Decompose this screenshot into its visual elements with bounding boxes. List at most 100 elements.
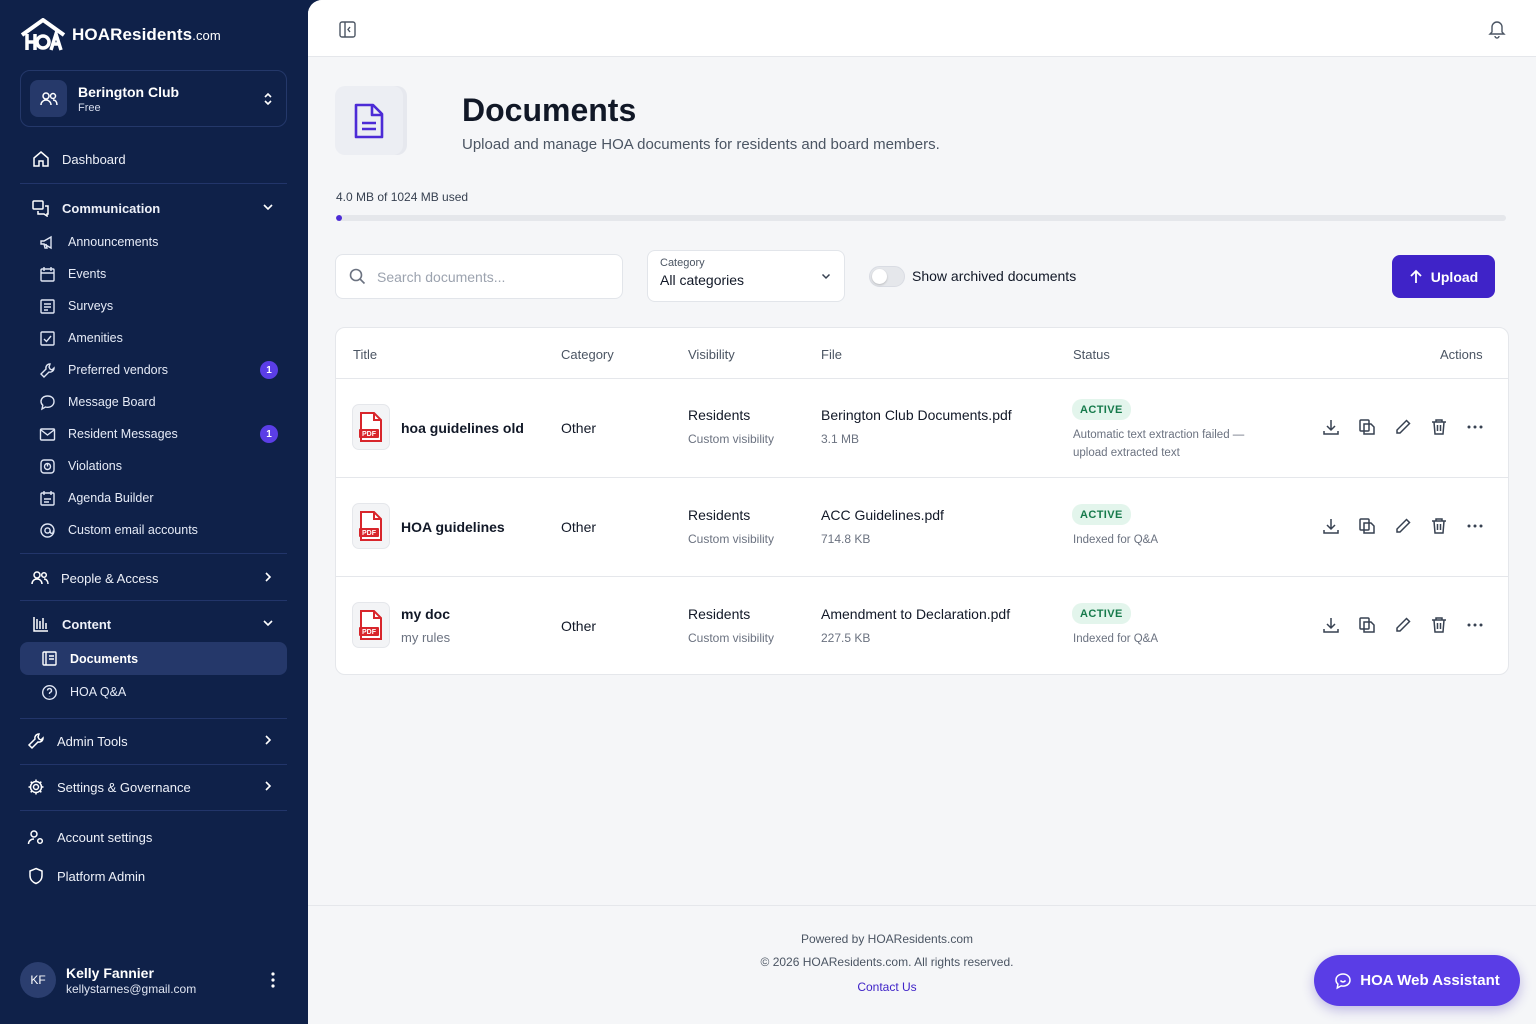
sidebar-item-custom-email-accounts[interactable]: Custom email accounts (38, 515, 287, 545)
chevron-up-down-icon (262, 91, 274, 107)
nav-communication[interactable]: Communication (20, 192, 287, 224)
shield-icon (27, 867, 45, 885)
sidebar-item-violations[interactable]: Violations (38, 451, 287, 481)
sidebar-item-label: Preferred vendors (68, 363, 169, 377)
category-select[interactable]: Category All categories (647, 250, 845, 302)
download-icon[interactable] (1321, 417, 1341, 437)
sidebar-item-events[interactable]: Events (38, 259, 287, 289)
trash-icon[interactable] (1429, 417, 1449, 437)
sidebar-item-announcements[interactable]: Announcements (38, 227, 287, 257)
trash-icon[interactable] (1429, 516, 1449, 536)
gear-icon (27, 778, 45, 796)
sidebar-item-label: Surveys (68, 299, 114, 313)
sidebar-item-label: Custom email accounts (68, 523, 198, 537)
document-category: Other (561, 618, 597, 634)
trash-icon[interactable] (1429, 615, 1449, 635)
nav-platform-admin-label: Platform Admin (57, 868, 146, 884)
calendar-icon (38, 265, 56, 283)
document-title[interactable]: HOA guidelines (401, 519, 505, 535)
sidebar-item-amenities[interactable]: Amenities (38, 323, 287, 353)
document-icon (40, 650, 58, 668)
pencil-icon[interactable] (1393, 516, 1413, 536)
sidebar-item-documents[interactable]: Documents (20, 642, 287, 675)
home-icon (32, 150, 50, 168)
nav-content[interactable]: Content (20, 608, 287, 640)
page-subtitle: Upload and manage HOA documents for resi… (462, 136, 940, 153)
search-input[interactable] (377, 268, 607, 285)
nav-settings-governance[interactable]: Settings & Governance (20, 771, 287, 803)
column-header-status[interactable]: Status (1073, 347, 1110, 362)
more-vertical-icon[interactable] (271, 972, 275, 988)
notification-badge: 1 (260, 361, 278, 379)
copy-document-icon[interactable] (1357, 516, 1377, 536)
nav-admin-tools[interactable]: Admin Tools (20, 725, 287, 757)
download-icon[interactable] (1321, 516, 1341, 536)
brand-logo[interactable]: HOAResidents.com (20, 18, 221, 52)
nav-account-settings[interactable]: Account settings (20, 821, 287, 853)
contact-us-link[interactable]: Contact Us (857, 980, 916, 994)
nav-platform-admin[interactable]: Platform Admin (20, 860, 287, 892)
sidebar-item-message-board[interactable]: Message Board (38, 387, 287, 417)
document-file-name[interactable]: Berington Club Documents.pdf (821, 407, 1012, 423)
more-horizontal-icon[interactable] (1465, 516, 1485, 536)
status-badge: ACTIVE (1072, 603, 1131, 624)
sidebar-item-surveys[interactable]: Surveys (38, 291, 287, 321)
user-name: Kelly Fannier (66, 964, 154, 981)
table-row[interactable]: PDF HOA guidelines Other Residents Custo… (336, 478, 1508, 577)
agenda-icon (38, 489, 56, 507)
nav-dashboard[interactable]: Dashboard (20, 143, 287, 175)
chevron-right-icon (261, 733, 275, 747)
document-title[interactable]: hoa guidelines old (401, 420, 524, 436)
main-panel: Documents Upload and manage HOA document… (308, 0, 1536, 1024)
status-note: Indexed for Q&A (1073, 534, 1159, 546)
column-header-title[interactable]: Title (353, 347, 377, 362)
brand-name: HOAResidents.com (72, 25, 221, 44)
sidebar-toggle-icon[interactable] (338, 20, 357, 39)
pencil-icon[interactable] (1393, 615, 1413, 635)
document-category: Other (561, 519, 597, 535)
sidebar-item-label: Violations (68, 459, 122, 473)
more-horizontal-icon[interactable] (1465, 417, 1485, 437)
copy-document-icon[interactable] (1357, 615, 1377, 635)
avatar: KF (20, 962, 56, 998)
document-title[interactable]: my doc (401, 606, 450, 622)
org-switcher[interactable]: Berington Club Free (20, 70, 287, 127)
table-row[interactable]: PDF my doc my rules Other Residents Cust… (336, 577, 1508, 676)
storage-usage-fill (336, 215, 342, 221)
sidebar-item-label: Message Board (68, 395, 156, 409)
sidebar-item-label: Resident Messages (68, 427, 178, 441)
survey-icon (38, 297, 56, 315)
at-icon (38, 521, 56, 539)
document-file-size: 3.1 MB (821, 432, 860, 446)
pdf-file-icon: PDF (352, 602, 390, 648)
more-horizontal-icon[interactable] (1465, 615, 1485, 635)
house-logo-icon (20, 18, 66, 52)
column-header-file[interactable]: File (821, 347, 842, 362)
upload-button[interactable]: Upload (1392, 255, 1495, 298)
copy-document-icon[interactable] (1357, 417, 1377, 437)
hoa-web-assistant-button[interactable]: HOA Web Assistant (1314, 955, 1520, 1006)
search-box[interactable] (335, 254, 623, 299)
bell-icon[interactable] (1488, 19, 1506, 39)
table-row[interactable]: PDF hoa guidelines old Other Residents C… (336, 379, 1508, 478)
column-header-visibility[interactable]: Visibility (688, 347, 735, 362)
pencil-icon[interactable] (1393, 417, 1413, 437)
document-file-name[interactable]: Amendment to Declaration.pdf (821, 606, 1010, 622)
row-actions (1321, 615, 1485, 635)
download-icon[interactable] (1321, 615, 1341, 635)
nav-account-settings-label: Account settings (57, 829, 153, 845)
wrench-icon (38, 361, 56, 379)
nav-people-access[interactable]: People & Access (20, 562, 287, 594)
sidebar-item-preferred-vendors[interactable]: Preferred vendors 1 (38, 355, 287, 385)
sidebar-item-hoa-qa[interactable]: HOA Q&A (40, 677, 289, 707)
row-actions (1321, 417, 1485, 437)
svg-text:PDF: PDF (362, 431, 377, 438)
show-archived-toggle[interactable] (869, 266, 905, 287)
user-menu[interactable]: KF Kelly Fannier kellystarnes@gmail.com (20, 960, 287, 1000)
divider (20, 553, 287, 554)
sidebar-item-resident-messages[interactable]: Resident Messages 1 (38, 419, 287, 449)
column-header-category[interactable]: Category (561, 347, 614, 362)
chevron-down-icon (261, 616, 275, 630)
document-file-name[interactable]: ACC Guidelines.pdf (821, 507, 944, 523)
sidebar-item-agenda-builder[interactable]: Agenda Builder (38, 483, 287, 513)
